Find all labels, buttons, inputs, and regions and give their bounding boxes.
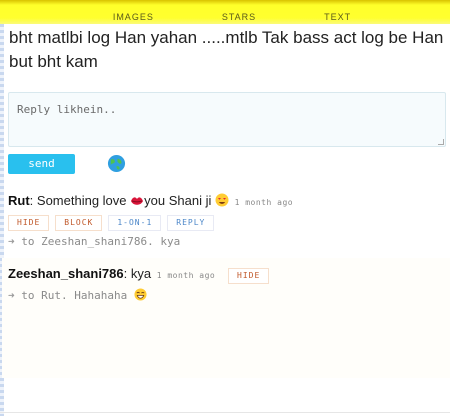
arrow-right-icon: ➜: [8, 289, 15, 302]
resize-grip[interactable]: [438, 139, 444, 145]
tab-text[interactable]: TEXT: [324, 12, 351, 24]
comment-2: Zeeshan_shani786: kya 1 month ago: [8, 266, 216, 281]
reply-input[interactable]: [8, 92, 446, 147]
block-button[interactable]: BLOCK: [55, 215, 103, 231]
post-text: bht matlbi log Han yahan .....mtlb Tak b…: [9, 28, 444, 71]
comment-1: Rut: Something love you Shani ji 1 month…: [8, 193, 294, 208]
hide-button[interactable]: HIDE: [8, 215, 50, 231]
reply-to-text: kya: [160, 235, 181, 248]
grin-icon: [134, 288, 147, 301]
arrow-right-icon: ➜: [8, 235, 15, 248]
reply-to-user[interactable]: to Rut: [21, 289, 61, 302]
hide-button[interactable]: HIDE: [228, 268, 270, 284]
comment-1-actions: HIDE BLOCK 1-ON-1 REPLY: [8, 215, 215, 231]
comment-user[interactable]: Rut: [8, 193, 30, 208]
one-on-one-button[interactable]: 1-ON-1: [108, 215, 162, 231]
comment-message-part-1: Something love: [36, 193, 131, 208]
comment-2-reply-to: ➜ to Rut. Hahahaha: [8, 288, 147, 302]
bottom-divider: [0, 412, 450, 413]
comment-message-part-2: you Shani ji: [144, 193, 215, 208]
reply-to-user[interactable]: to Zeeshan_shani786: [21, 235, 147, 248]
comment-user[interactable]: Zeeshan_shani786: [8, 266, 124, 281]
tab-images[interactable]: IMAGES: [113, 12, 154, 24]
lips-icon: [131, 197, 144, 205]
reply-button[interactable]: REPLY: [167, 215, 215, 231]
comment-time: 1 month ago: [156, 271, 216, 280]
heart-eyes-icon: [215, 193, 229, 207]
send-button[interactable]: send: [8, 154, 75, 174]
comment-message: kya: [130, 266, 152, 281]
reply-to-text: Hahahaha: [74, 289, 128, 302]
top-nav-bar: IMAGES STARS TEXT: [0, 0, 450, 24]
tab-stars[interactable]: STARS: [222, 12, 256, 24]
globe-icon[interactable]: [107, 154, 126, 173]
comment-1-reply-to: ➜ to Zeeshan_shani786. kya: [8, 235, 181, 248]
comment-time: 1 month ago: [234, 198, 294, 207]
